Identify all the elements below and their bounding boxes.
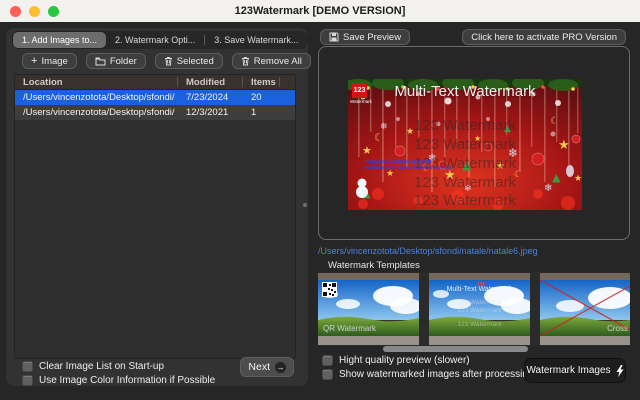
window-title: 123Watermark [DEMO VERSION] xyxy=(234,5,406,17)
image-toolbar: + Image Folder Selected Remove All xyxy=(22,53,311,69)
next-button[interactable]: Next → xyxy=(240,357,294,377)
split-handle[interactable] xyxy=(303,203,307,207)
template-watermark-top: Multi-Text Watermark xyxy=(446,286,513,293)
show-after-option: Show watermarked images after processing xyxy=(322,369,534,380)
watermark-text-top: Multi-Text Watermark xyxy=(394,83,536,100)
template-watermark-line: 123 Watermark xyxy=(457,321,502,328)
column-header-modified[interactable]: Modified xyxy=(178,75,242,90)
tab-watermark-options[interactable]: 2. Watermark Opti... xyxy=(106,32,204,48)
template-letterbox xyxy=(429,336,530,345)
remove-all-label: Remove All xyxy=(253,55,302,67)
show-after-checkbox[interactable] xyxy=(322,369,333,380)
plus-icon: + xyxy=(31,54,38,67)
watermark-text-line: 123 Watermark xyxy=(414,117,516,134)
template-multi-text-watermark[interactable]: 123 Multi-Text Watermark 123 Watermark 1… xyxy=(429,273,530,345)
watermark-text-line: 123 Watermark xyxy=(414,192,516,209)
remove-selected-label: Selected xyxy=(176,55,214,67)
template-qr-watermark[interactable]: QR Watermark xyxy=(318,273,419,345)
tab-add-images[interactable]: 1. Add Images to... xyxy=(13,32,107,48)
activate-pro-button[interactable]: Click here to activate PRO Version xyxy=(462,29,626,45)
template-letterbox xyxy=(318,336,419,345)
trash-icon xyxy=(164,56,173,66)
titlebar: 123Watermark [DEMO VERSION] xyxy=(0,0,640,22)
save-preview-button[interactable]: Save Preview xyxy=(320,29,411,45)
add-image-button[interactable]: + Image xyxy=(22,53,77,69)
preview-file-path[interactable]: /Users/vincenzotota/Desktop/sfondi/natal… xyxy=(318,246,538,256)
table-row[interactable]: /Users/vincenzotota/Desktop/sfondi/ 12/3… xyxy=(15,105,295,120)
save-preview-label: Save Preview xyxy=(343,31,402,43)
watermark-text-line: 123 Watermark xyxy=(414,136,516,153)
cell-modified: 12/3/2021 xyxy=(186,107,229,118)
template-letterbox xyxy=(540,336,630,345)
template-watermark-line: 123 Watermark xyxy=(457,299,502,306)
demo-version-note: 123Watermark DEMO VERSION Purchase your … xyxy=(364,159,454,170)
watermark-text-line: 123 Watermark xyxy=(414,174,516,191)
preview-container: ★★★★★★★★ ☾☾☾☾ ▲▲▲▲ ❄❄❄❄❄ xyxy=(318,46,630,240)
cell-modified: 7/23/2024 xyxy=(186,92,229,103)
table-row[interactable]: /Users/vincenzotota/Desktop/sfondi/ 7/23… xyxy=(15,90,295,105)
watermark-images-label: Watermark Images xyxy=(526,365,611,376)
image-locations-table: Location Modified Items /Users/vincenzot… xyxy=(14,74,296,359)
qr-code-icon xyxy=(322,282,337,297)
watermark-templates-title: Watermark Templates xyxy=(328,260,420,271)
activate-pro-label: Click here to activate PRO Version xyxy=(471,31,617,43)
add-folder-button[interactable]: Folder xyxy=(85,53,146,69)
column-header-location[interactable]: Location xyxy=(15,75,177,90)
template-cross-watermark[interactable]: Cross Watermark xyxy=(540,273,630,345)
hq-preview-option: Hight quality preview (slower) xyxy=(322,355,470,366)
next-label: Next xyxy=(248,361,270,373)
template-caption: Cross Watermark xyxy=(607,324,630,333)
remove-selected-button[interactable]: Selected xyxy=(154,53,223,69)
add-image-label: Image xyxy=(41,55,68,67)
template-watermark-line: 123 Watermark xyxy=(457,307,502,314)
add-images-panel: 1. Add Images to... 2. Watermark Opti...… xyxy=(6,28,311,386)
app-window: 123Watermark [DEMO VERSION] 1. Add Image… xyxy=(0,0,640,400)
content-area: 1. Add Images to... 2. Watermark Opti...… xyxy=(0,22,640,400)
cell-location: /Users/vincenzotota/Desktop/sfondi/ xyxy=(23,107,175,118)
clear-list-label: Clear Image List on Start-up xyxy=(39,361,165,372)
lightning-bolt-icon xyxy=(616,364,624,377)
remove-all-button[interactable]: Remove All xyxy=(231,53,311,69)
template-letterbox xyxy=(318,273,419,280)
folder-icon xyxy=(95,57,106,66)
hq-preview-checkbox[interactable] xyxy=(322,355,333,366)
clear-list-option: Clear Image List on Start-up xyxy=(22,361,164,372)
arrow-right-icon: → xyxy=(275,361,286,373)
templates-scrollbar-thumb[interactable] xyxy=(383,346,528,352)
trash-icon xyxy=(241,56,250,66)
clear-list-checkbox[interactable] xyxy=(22,361,33,372)
template-letterbox xyxy=(429,273,530,280)
use-color-option: Use Image Color Information if Possible xyxy=(22,375,215,386)
watermark-templates-strip: QR Watermark 123 Multi-Text Watermark 12… xyxy=(318,272,630,346)
use-color-label: Use Image Color Information if Possible xyxy=(39,375,216,386)
floppy-disk-icon xyxy=(329,32,339,42)
demo-note-line2: Purchase your copy at 123watermark.com xyxy=(364,164,455,170)
column-separator[interactable] xyxy=(279,77,280,87)
cell-items: 1 xyxy=(251,107,257,118)
cell-items: 20 xyxy=(251,92,262,103)
add-folder-label: Folder xyxy=(109,55,137,67)
table-header: Location Modified Items xyxy=(15,75,295,90)
watermark-images-button[interactable]: Watermark Images xyxy=(524,358,626,383)
preview-toolbar: Save Preview Click here to activate PRO … xyxy=(318,29,630,45)
template-letterbox xyxy=(540,273,630,280)
preview-image[interactable]: ★★★★★★★★ ☾☾☾☾ ▲▲▲▲ ❄❄❄❄❄ xyxy=(348,79,582,210)
column-header-items[interactable]: Items xyxy=(243,75,279,90)
cell-location: /Users/vincenzotota/Desktop/sfondi/ xyxy=(23,92,175,103)
wizard-tabs: 1. Add Images to... 2. Watermark Opti...… xyxy=(12,31,309,49)
show-after-label: Show watermarked images after processing xyxy=(339,369,534,380)
use-color-checkbox[interactable] xyxy=(22,375,33,386)
hq-preview-label: Hight quality preview (slower) xyxy=(339,355,470,366)
template-caption: QR Watermark xyxy=(323,324,377,333)
tab-save-watermark[interactable]: 3. Save Watermark... xyxy=(205,32,307,48)
